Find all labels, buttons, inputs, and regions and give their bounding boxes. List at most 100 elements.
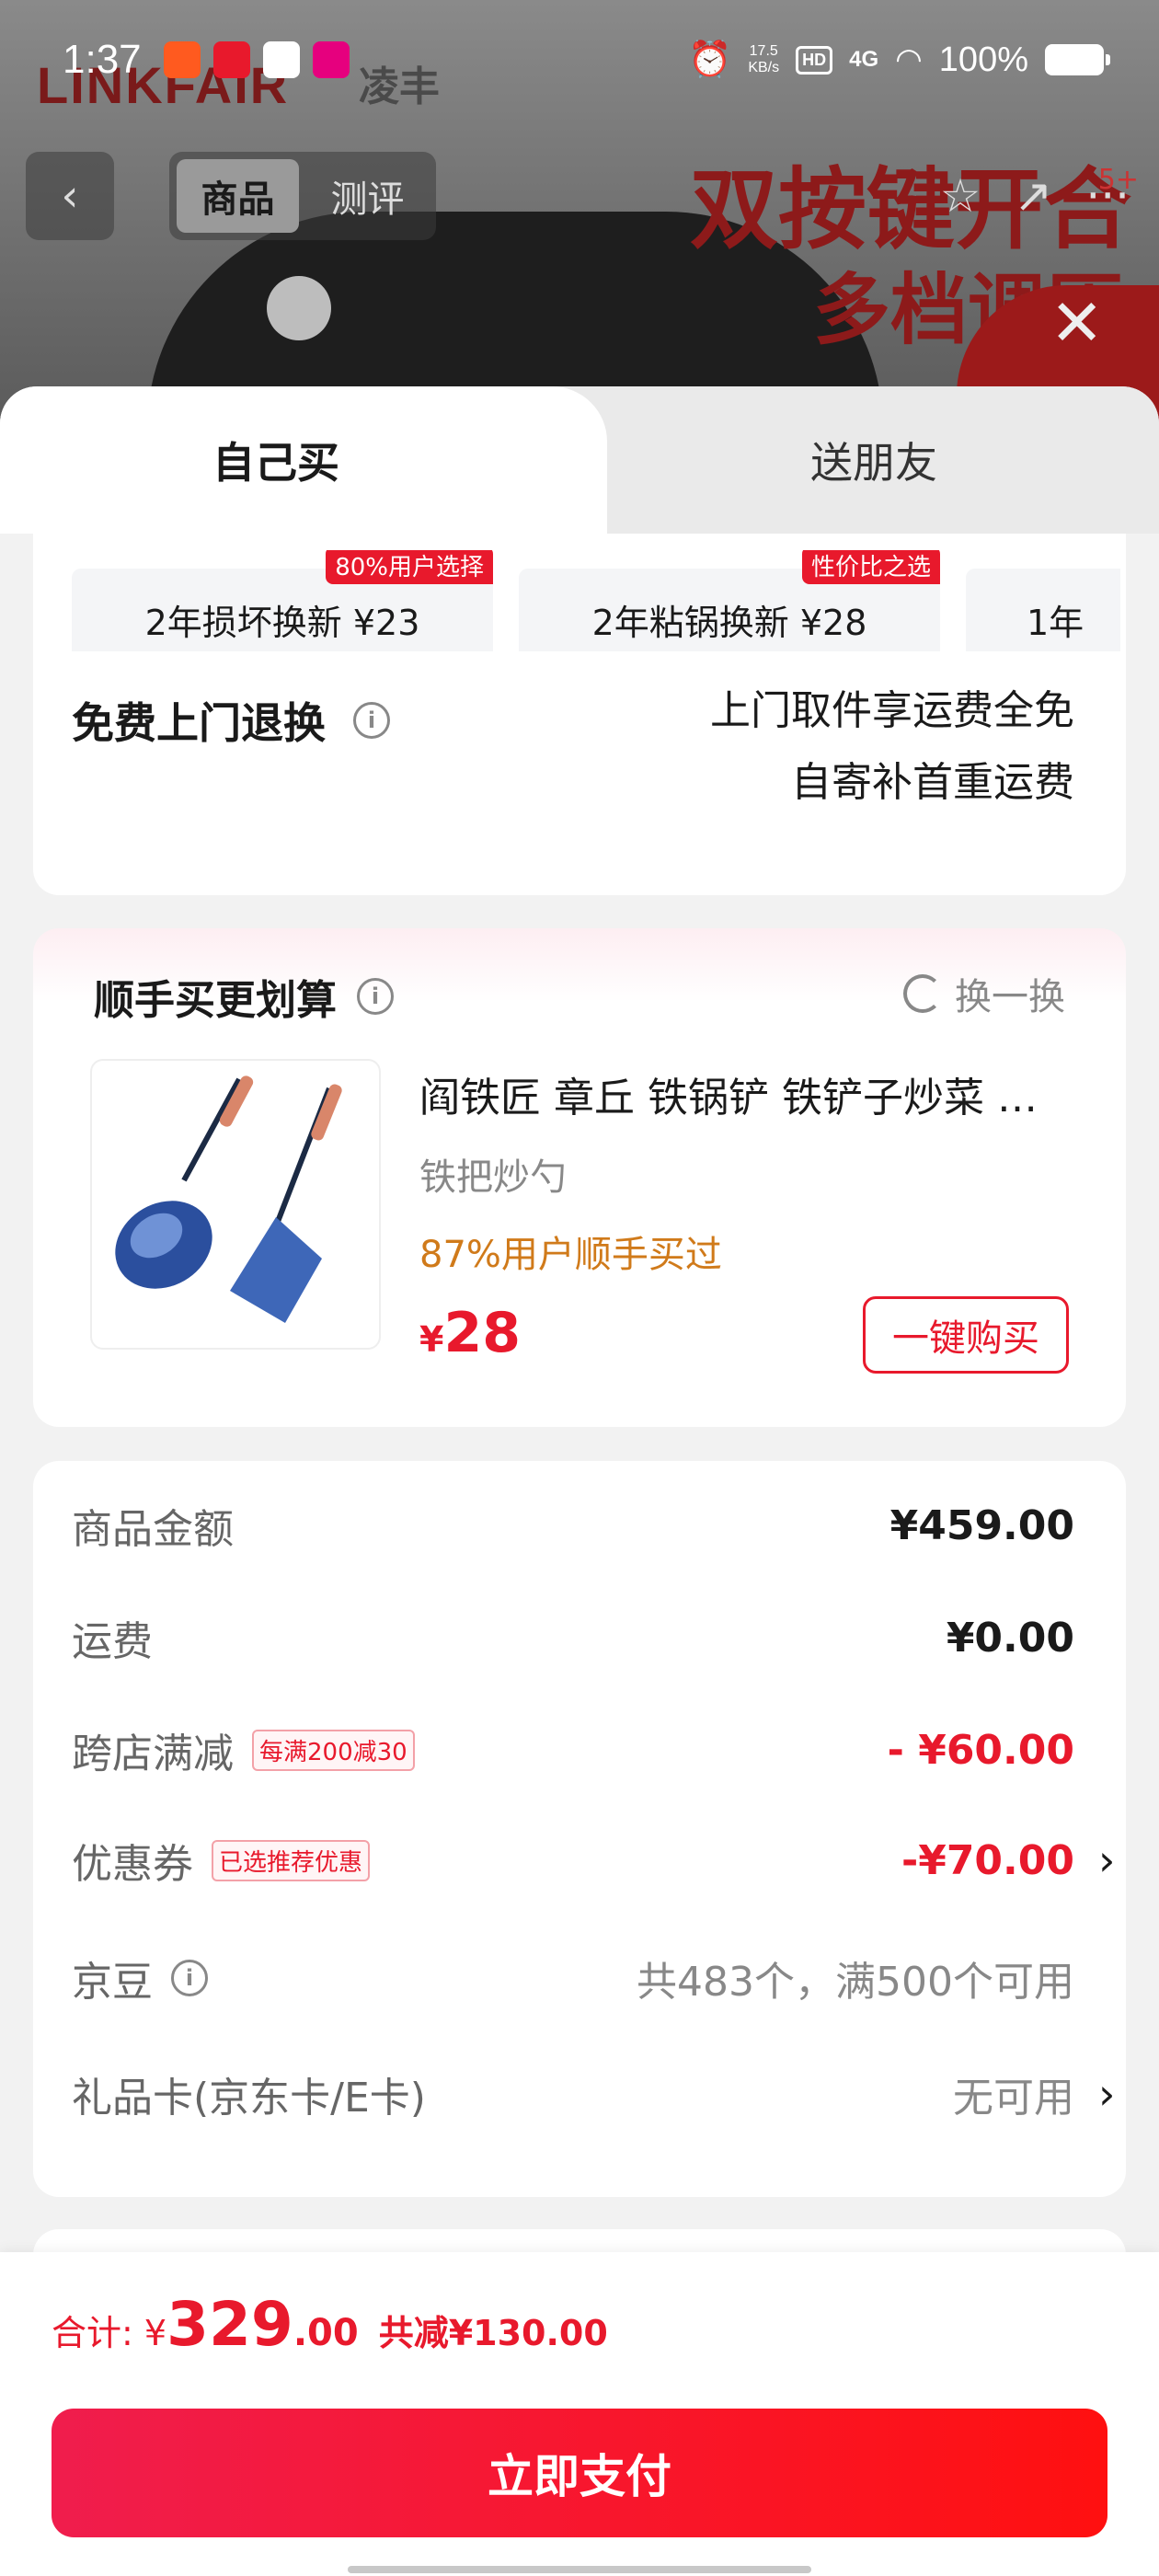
chevron-left-icon: ‹	[61, 170, 79, 222]
coupon-label-group: 优惠券 已选推荐优惠	[72, 1831, 371, 1890]
ladle-spatula-image	[115, 1075, 342, 1323]
combo-title: 顺手买更划算 i	[94, 967, 394, 1026]
protection-option[interactable]: 1年	[966, 569, 1120, 651]
price-summary-card: 商品金额 ¥459.00 运费 ¥0.00 跨店满减 每满200减30 - ¥6…	[33, 1461, 1126, 2197]
goods-amount-row: 商品金额 ¥459.00	[72, 1489, 1074, 1562]
shipping-value: ¥0.00	[946, 1614, 1074, 1662]
jingdou-row: 京豆 i 共483个，满500个可用	[72, 1941, 1074, 2015]
checkout-sheet: 送朋友 自己买 2年损坏换新 ¥23 80%用户选择 2年粘锅换新 ¥28 性价…	[0, 386, 1159, 2576]
service-card: 2年损坏换新 ¥23 80%用户选择 2年粘锅换新 ¥28 性价比之选 1年 免…	[33, 534, 1126, 895]
network-speed: 17.5 KB/s	[748, 43, 779, 76]
hd-icon: HD	[796, 45, 833, 75]
nav-actions: ☆ ↗ ··· 5+	[940, 152, 1139, 240]
coupon-row[interactable]: 优惠券 已选推荐优惠 -¥70.00 ›	[72, 1823, 1115, 1897]
info-icon[interactable]: i	[353, 702, 390, 739]
protection-option-tag: 性价比之选	[801, 550, 940, 584]
chevron-right-icon: ›	[1098, 2069, 1116, 2119]
total-saved: 共减¥130.00	[378, 2313, 608, 2353]
cross-store-discount-label-group: 跨店满减 每满200减30	[72, 1720, 415, 1779]
gift-card-label: 礼品卡(京东卡/E卡)	[72, 2075, 426, 2122]
chevron-right-icon: ›	[1098, 1835, 1116, 1885]
protection-options: 2年损坏换新 ¥23 80%用户选择 2年粘锅换新 ¥28 性价比之选 1年	[72, 550, 1120, 651]
protection-option[interactable]: 2年损坏换新 ¥23 80%用户选择	[72, 550, 493, 651]
total-prefix: 合计: ¥	[52, 2313, 167, 2353]
combo-product-subtitle: 铁把炒勺	[419, 1156, 567, 1199]
jingdou-label: 京豆	[72, 1959, 153, 2006]
total-summary: 合计: ¥ 329 .00 共减¥130.00	[52, 2289, 608, 2360]
jingdou-value: 共483个，满500个可用	[637, 1959, 1074, 2006]
price-value: 28	[443, 1301, 521, 1365]
gift-card-row[interactable]: 礼品卡(京东卡/E卡) 无可用 ›	[72, 2057, 1115, 2131]
free-return-label: 免费上门退换	[72, 698, 326, 748]
swap-button[interactable]: 换一换	[903, 967, 1065, 1020]
protection-option-label: 2年粘锅换新 ¥28	[591, 602, 867, 643]
one-click-buy-button[interactable]: 一键购买	[863, 1296, 1069, 1374]
total-amount: 329	[166, 2289, 293, 2360]
coupon-value: -¥70.00	[901, 1836, 1074, 1884]
goods-amount-value: ¥459.00	[889, 1501, 1074, 1549]
cart-count-badge: 5+	[1097, 164, 1139, 196]
net-speed-unit: KB/s	[748, 60, 780, 75]
tab-buy-self[interactable]: 自己买	[0, 386, 607, 534]
combo-product-price: ¥28	[419, 1301, 521, 1365]
back-button[interactable]: ‹	[26, 152, 114, 240]
protection-option-tag: 80%用户选择	[326, 550, 493, 584]
price-currency: ¥	[419, 1319, 444, 1360]
goods-amount-label: 商品金额	[72, 1506, 234, 1553]
jingdou-label-group: 京豆 i	[72, 1949, 208, 2007]
free-return-desc-line: 自寄补首重运费	[791, 759, 1074, 806]
notification-icons	[163, 41, 350, 78]
swap-label: 换一换	[955, 976, 1065, 1018]
battery-icon	[1045, 44, 1110, 75]
tab-goods[interactable]: 商品	[177, 159, 299, 233]
free-return-desc: 上门取件享运费全免 自寄补首重运费	[710, 675, 1074, 819]
free-return-desc-line: 上门取件享运费全免	[710, 687, 1074, 734]
pay-now-button[interactable]: 立即支付	[52, 2409, 1107, 2537]
app-notification-icon	[312, 41, 350, 78]
favorite-star-icon[interactable]: ☆	[940, 169, 981, 223]
share-icon[interactable]: ↗	[1014, 169, 1052, 223]
more-icon[interactable]: ··· 5+	[1085, 164, 1139, 223]
protection-option-label: 1年	[1027, 602, 1084, 643]
product-tabs: 商品 测评	[169, 152, 436, 240]
purchase-mode-tabs: 送朋友 自己买	[0, 386, 1159, 534]
refresh-icon	[903, 974, 942, 1013]
product-nav: ‹ 商品 测评 ☆ ↗ ··· 5+	[26, 152, 1139, 240]
info-icon[interactable]: i	[171, 1960, 208, 1996]
close-icon[interactable]: ✕	[1050, 285, 1104, 361]
cross-store-discount-tag: 每满200减30	[252, 1729, 415, 1771]
protection-option-label: 2年损坏换新 ¥23	[144, 602, 420, 643]
status-bar: 1:37 ⏰ 17.5 KB/s HD 4G ◠ 100%	[0, 0, 1159, 120]
tab-review[interactable]: 测评	[306, 159, 429, 233]
battery-percent: 100%	[938, 40, 1028, 79]
info-icon[interactable]: i	[357, 978, 394, 1015]
wifi-icon: ◠	[895, 42, 923, 77]
total-decimal: .00	[293, 2312, 359, 2354]
shipping-label: 运费	[72, 1618, 153, 1665]
coupon-label: 优惠券	[72, 1841, 193, 1888]
combo-title-label: 顺手买更划算	[94, 977, 337, 1024]
cross-store-discount-value: - ¥60.00	[887, 1726, 1074, 1774]
home-indicator[interactable]	[348, 2566, 811, 2573]
coupon-tag: 已选推荐优惠	[212, 1839, 371, 1881]
cooker-knob	[267, 276, 331, 340]
app-notification-icon	[212, 41, 250, 78]
tab-gift-friend[interactable]: 送朋友	[589, 386, 1159, 534]
status-indicators: ⏰ 17.5 KB/s HD 4G ◠ 100%	[687, 40, 1110, 80]
combo-product-title[interactable]: 阎铁匠 章丘 铁锅铲 铁铲子炒菜 铁把炒勺	[419, 1064, 1063, 1123]
product-thumbnail[interactable]	[90, 1059, 381, 1350]
shipping-row: 运费 ¥0.00	[72, 1601, 1074, 1674]
free-return-title: 免费上门退换 i	[72, 690, 390, 751]
protection-option[interactable]: 2年粘锅换新 ¥28 性价比之选	[519, 550, 940, 651]
combo-card: 顺手买更划算 i 换一换 阎铁匠 章丘 铁锅铲 铁铲子炒菜 铁把炒勺 铁把炒勺 …	[33, 928, 1126, 1427]
network-type: 4G	[849, 47, 879, 72]
net-speed-value: 17.5	[749, 43, 778, 59]
gift-card-value: 无可用	[953, 2075, 1074, 2122]
cross-store-discount-row: 跨店满减 每满200减30 - ¥60.00	[72, 1713, 1074, 1787]
app-notification-icon	[262, 41, 300, 78]
cross-store-discount-label: 跨店满减	[72, 1731, 234, 1777]
status-time: 1:37	[63, 37, 142, 82]
checkout-footer: 合计: ¥ 329 .00 共减¥130.00 立即支付	[0, 2252, 1159, 2576]
app-notification-icon	[163, 41, 201, 78]
alarm-icon: ⏰	[687, 40, 732, 79]
